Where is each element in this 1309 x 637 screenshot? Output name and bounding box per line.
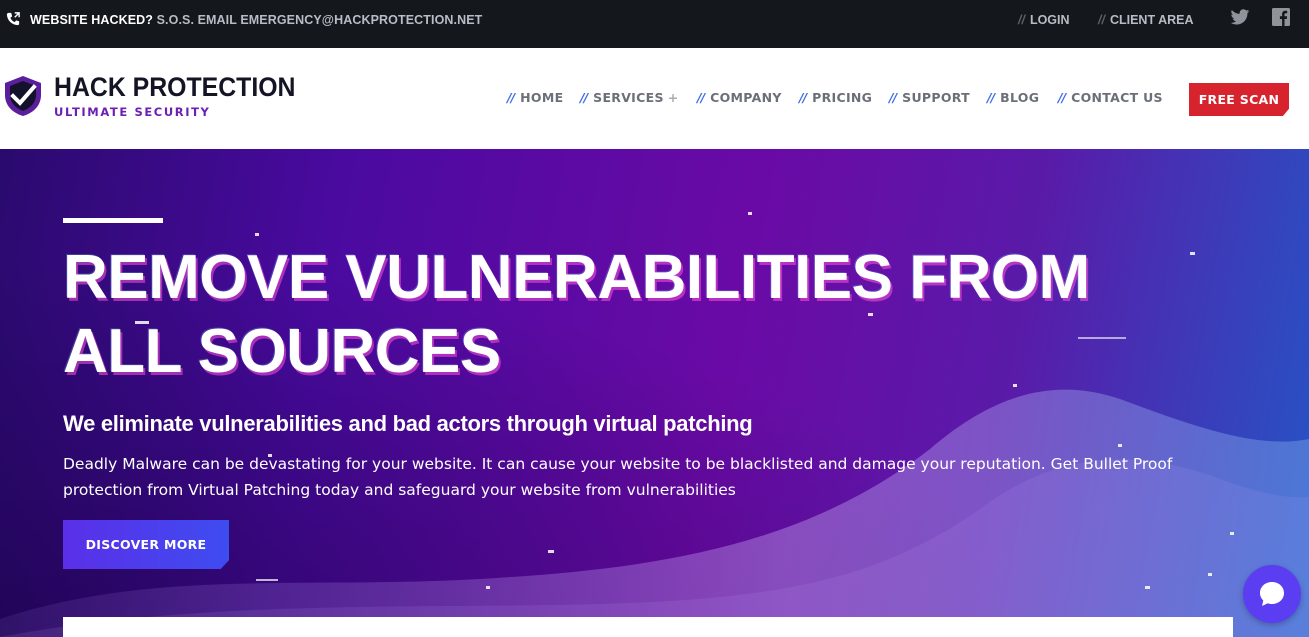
login-label: LOGIN (1029, 13, 1070, 27)
client-area-label: CLIENT AREA (1109, 13, 1194, 27)
nav-item-support[interactable]: // SUPPORT (889, 90, 970, 105)
chat-launcher-button[interactable] (1243, 565, 1301, 623)
client-area-link[interactable]: // CLIENT AREA (1098, 13, 1194, 27)
hero-title: REMOVE VULNERABILITIES FROM ALL SOURCES (63, 243, 1090, 386)
nav-item-contact-us[interactable]: // CONTACT US (1058, 90, 1163, 105)
separator-slash: // (1098, 13, 1105, 27)
separator-slash: // (507, 90, 515, 105)
chat-bubble-icon (1260, 582, 1284, 606)
logo-subtitle: ULTIMATE SECURITY (54, 105, 211, 119)
twitter-icon[interactable] (1230, 9, 1250, 26)
logo-title[interactable]: HACK PROTECTION (54, 72, 296, 103)
nav-label: COMPANY (710, 90, 782, 105)
free-scan-button[interactable]: FREE SCAN (1189, 83, 1289, 116)
nav-item-pricing[interactable]: // PRICING (799, 90, 872, 105)
hero-subtitle: We eliminate vulnerabilities and bad act… (63, 411, 753, 436)
separator-slash: // (1058, 90, 1066, 105)
plus-icon[interactable]: + (668, 90, 679, 105)
login-link[interactable]: // LOGIN (1018, 13, 1070, 27)
nav-item-company[interactable]: // COMPANY (697, 90, 782, 105)
separator-slash: // (889, 90, 897, 105)
emergency-alert: WEBSITE HACKED? S.O.S. EMAIL EMERGENCY@H… (30, 13, 482, 27)
separator-slash: // (1018, 13, 1025, 27)
nav-label: HOME (520, 90, 564, 105)
content-panel-top (63, 617, 1233, 637)
separator-slash: // (987, 90, 995, 105)
emergency-email-link[interactable]: S.O.S. EMAIL EMERGENCY@HACKPROTECTION.NE… (157, 13, 483, 27)
separator-slash: // (799, 90, 807, 105)
alert-highlight: WEBSITE HACKED? (30, 13, 154, 27)
facebook-icon[interactable] (1272, 8, 1290, 26)
site-header: HACK PROTECTION ULTIMATE SECURITY // HOME… (0, 48, 1309, 149)
nav-label: PRICING (812, 90, 873, 105)
shield-logo-icon[interactable] (3, 75, 43, 117)
nav-item-services[interactable]: // SERVICES + (580, 90, 679, 105)
top-bar: WEBSITE HACKED? S.O.S. EMAIL EMERGENCY@H… (0, 0, 1309, 52)
nav-label: CONTACT US (1071, 90, 1163, 105)
separator-slash: // (580, 90, 588, 105)
nav-item-blog[interactable]: // BLOG (987, 90, 1039, 105)
nav-label: BLOG (1000, 90, 1040, 105)
nav-label: SERVICES (593, 90, 664, 105)
discover-more-button[interactable]: DISCOVER MORE (63, 520, 229, 569)
phone-icon (6, 12, 20, 26)
separator-slash: // (697, 90, 705, 105)
hero-accent-rule (63, 218, 163, 223)
hero-section: REMOVE VULNERABILITIES FROM ALL SOURCES … (0, 149, 1309, 637)
hero-description: Deadly Malware can be devastating for yo… (63, 455, 1173, 499)
nav-label: SUPPORT (902, 90, 970, 105)
nav-item-home[interactable]: // HOME (507, 90, 563, 105)
